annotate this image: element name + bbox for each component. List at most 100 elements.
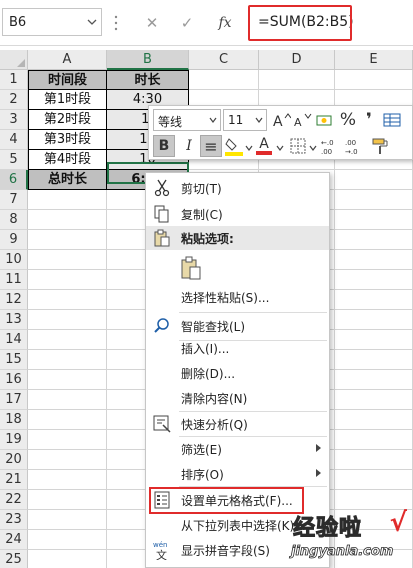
- row-header[interactable]: 13: [0, 310, 28, 330]
- chevron-down-icon[interactable]: [276, 144, 284, 152]
- font-name-select[interactable]: 等线: [153, 109, 221, 131]
- grid-cell[interactable]: [28, 350, 107, 370]
- row-header[interactable]: 23: [0, 510, 28, 530]
- grid-cell[interactable]: [335, 230, 413, 250]
- grid-cell[interactable]: [28, 330, 107, 350]
- column-header-c[interactable]: C: [189, 50, 259, 70]
- italic-button[interactable]: I: [178, 135, 200, 157]
- grid-cell[interactable]: [335, 70, 413, 90]
- row-header[interactable]: 5: [0, 150, 28, 170]
- column-header-d[interactable]: D: [259, 50, 335, 70]
- decrease-decimal-icon[interactable]: .00 →.0: [345, 135, 367, 157]
- grid-cell[interactable]: [28, 310, 107, 330]
- row-header[interactable]: 15: [0, 350, 28, 370]
- grid-cell[interactable]: [28, 550, 107, 568]
- menu-item-delete[interactable]: 删除(D)...: [146, 361, 329, 385]
- grid-cell[interactable]: [335, 390, 413, 410]
- menu-item-copy[interactable]: 复制(C): [146, 202, 329, 226]
- row-header[interactable]: 4: [0, 130, 28, 150]
- row-header[interactable]: 24: [0, 530, 28, 550]
- table-cell[interactable]: 第2时段: [28, 110, 107, 130]
- grid-cell[interactable]: [335, 190, 413, 210]
- increase-decimal-icon[interactable]: ←.0.00: [321, 135, 343, 157]
- currency-format-icon[interactable]: [314, 109, 336, 131]
- grid-cell[interactable]: [335, 270, 413, 290]
- grid-cell[interactable]: [335, 370, 413, 390]
- row-header[interactable]: 2: [0, 90, 28, 110]
- grid-cell[interactable]: [28, 210, 107, 230]
- menu-item-filter[interactable]: 筛选(E): [146, 437, 329, 461]
- increase-font-icon[interactable]: A: [271, 109, 293, 131]
- select-all-corner[interactable]: [0, 50, 28, 70]
- row-header[interactable]: 17: [0, 390, 28, 410]
- grid-cell[interactable]: [28, 390, 107, 410]
- column-header-e[interactable]: E: [335, 50, 413, 70]
- grid-cell[interactable]: [28, 290, 107, 310]
- grid-cell[interactable]: [335, 330, 413, 350]
- grid-cell[interactable]: [335, 250, 413, 270]
- grid-cell[interactable]: [28, 450, 107, 470]
- row-header[interactable]: 10: [0, 250, 28, 270]
- chevron-down-icon[interactable]: [309, 144, 317, 152]
- fill-color-icon[interactable]: [223, 135, 245, 157]
- menu-item-smart-lookup[interactable]: 智能查找(L): [146, 314, 329, 338]
- grid-cell[interactable]: [28, 430, 107, 450]
- grid-cell[interactable]: [28, 530, 107, 550]
- grid-cell[interactable]: [28, 190, 107, 210]
- row-header[interactable]: 11: [0, 270, 28, 290]
- grid-cell[interactable]: [28, 270, 107, 290]
- percent-style-icon[interactable]: %: [337, 109, 359, 131]
- grid-cell[interactable]: [28, 250, 107, 270]
- table-header-duration[interactable]: 时长: [107, 70, 189, 90]
- row-header[interactable]: 1: [0, 70, 28, 90]
- menu-item-clear-contents[interactable]: 清除内容(N): [146, 386, 329, 410]
- table-cell[interactable]: 第4时段: [28, 150, 107, 170]
- cancel-icon[interactable]: ✕: [141, 12, 163, 34]
- row-header[interactable]: 20: [0, 450, 28, 470]
- format-table-icon[interactable]: [381, 109, 403, 131]
- row-header[interactable]: 14: [0, 330, 28, 350]
- menu-item-quick-analysis[interactable]: 快速分析(Q): [146, 412, 329, 436]
- grid-cell[interactable]: [28, 410, 107, 430]
- row-header[interactable]: 6: [0, 170, 28, 190]
- row-header[interactable]: 18: [0, 410, 28, 430]
- grid-cell[interactable]: [28, 370, 107, 390]
- row-header[interactable]: 21: [0, 470, 28, 490]
- row-header[interactable]: 9: [0, 230, 28, 250]
- row-header[interactable]: 12: [0, 290, 28, 310]
- grid-cell[interactable]: [335, 310, 413, 330]
- grid-cell[interactable]: [335, 350, 413, 370]
- grid-cell[interactable]: [335, 450, 413, 470]
- format-painter-icon[interactable]: [369, 135, 391, 157]
- grid-cell[interactable]: [335, 470, 413, 490]
- grid-cell[interactable]: [335, 430, 413, 450]
- grid-cell[interactable]: [335, 290, 413, 310]
- table-cell[interactable]: 第3时段: [28, 130, 107, 150]
- menu-item-insert[interactable]: 插入(I)...: [146, 336, 329, 360]
- row-header[interactable]: 16: [0, 370, 28, 390]
- total-label-cell[interactable]: 总时长: [28, 170, 107, 190]
- row-header[interactable]: 7: [0, 190, 28, 210]
- grid-cell[interactable]: [28, 490, 107, 510]
- table-header-period[interactable]: 时间段: [28, 70, 107, 90]
- chevron-down-icon[interactable]: [87, 17, 97, 27]
- name-box[interactable]: B6: [2, 8, 102, 36]
- bold-button[interactable]: B: [153, 135, 175, 157]
- grid-cell[interactable]: [28, 230, 107, 250]
- grid-cell[interactable]: [335, 490, 413, 510]
- grid-cell[interactable]: [335, 210, 413, 230]
- grid-cell[interactable]: [28, 470, 107, 490]
- borders-icon[interactable]: [287, 135, 309, 157]
- insert-function-icon[interactable]: fx: [214, 12, 236, 34]
- row-header[interactable]: 3: [0, 110, 28, 130]
- row-header[interactable]: 8: [0, 210, 28, 230]
- center-align-button[interactable]: ≡: [200, 135, 222, 157]
- grid-cell[interactable]: [28, 510, 107, 530]
- menu-item-paste-special[interactable]: 选择性粘贴(S)...: [146, 285, 329, 309]
- splitter-dots-icon[interactable]: [113, 13, 119, 33]
- menu-item-cut[interactable]: 剪切(T): [146, 176, 329, 200]
- table-cell[interactable]: 第1时段: [28, 90, 107, 110]
- row-header[interactable]: 22: [0, 490, 28, 510]
- decrease-font-icon[interactable]: A: [292, 109, 314, 131]
- grid-cell[interactable]: [189, 70, 259, 90]
